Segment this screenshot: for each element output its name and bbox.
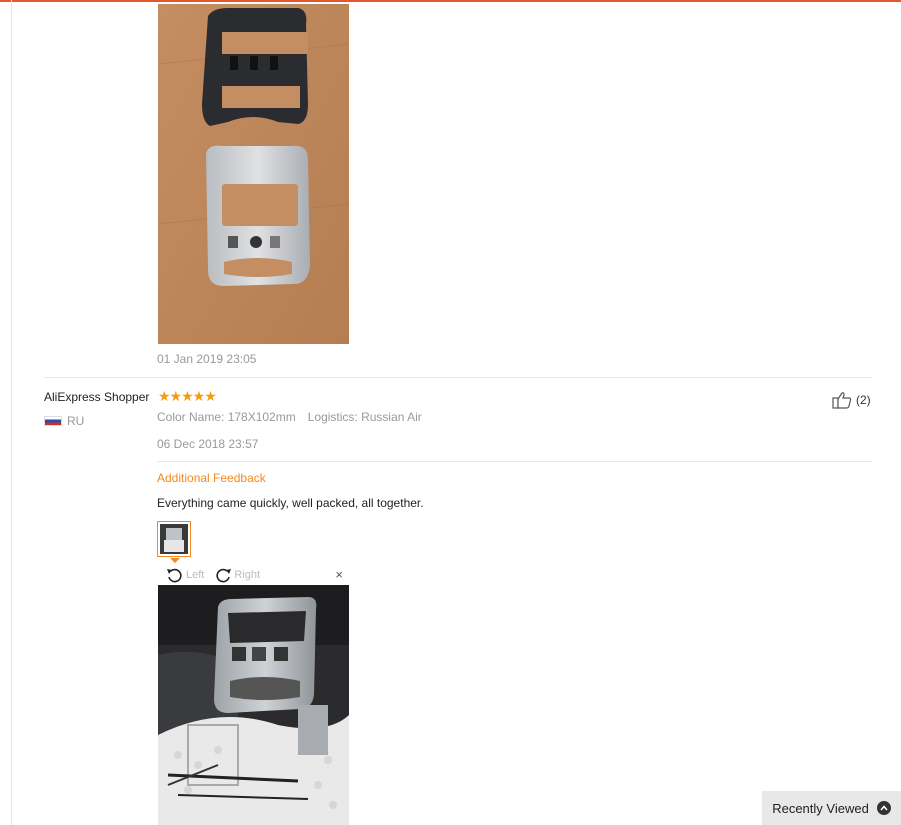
- review-photo-expanded[interactable]: [158, 585, 349, 825]
- left-border: [11, 0, 12, 825]
- rotate-left-label: Left: [186, 569, 205, 581]
- feedback-text: Everything came quickly, well packed, al…: [157, 496, 424, 510]
- feedback-divider: [157, 461, 872, 462]
- thumbs-up-icon: [832, 392, 852, 409]
- chevron-up-icon: [876, 801, 891, 815]
- logistics: Logistics: Russian Air: [307, 410, 422, 424]
- review-divider: [44, 377, 872, 378]
- review-photo-large[interactable]: [158, 4, 349, 344]
- reviewer-name: AliExpress Shopper: [44, 390, 150, 404]
- order-info: Color Name: 178X102mm Logistics: Russian …: [157, 410, 422, 424]
- recently-viewed-label: Recently Viewed: [772, 800, 869, 816]
- rotate-right-icon: [216, 568, 232, 583]
- top-accent-bar: [0, 0, 901, 2]
- rotate-right-label: Right: [234, 569, 261, 581]
- star-rating: ★★★★★: [158, 388, 217, 404]
- recently-viewed-button[interactable]: Recently Viewed: [762, 791, 901, 825]
- flag-ru-icon: [44, 416, 62, 426]
- review-date: 06 Dec 2018 23:57: [157, 437, 259, 451]
- color-name: Color Name: 178X102mm: [157, 410, 296, 424]
- photo-thumbnail[interactable]: [157, 521, 191, 557]
- country-code: RU: [67, 414, 85, 428]
- helpful-button[interactable]: (2): [832, 391, 871, 409]
- thumbnail-pointer: [170, 558, 180, 563]
- additional-feedback-label: Additional Feedback: [157, 471, 266, 485]
- reviewer-country: RU: [44, 414, 84, 428]
- rotate-left-icon: [167, 568, 182, 583]
- helpful-count: (2): [856, 393, 871, 407]
- review-date: 01 Jan 2019 23:05: [157, 352, 257, 366]
- close-viewer-icon[interactable]: ×: [335, 567, 343, 582]
- image-viewer-toolbar: Left Right ×: [158, 566, 349, 584]
- thumbnail-image: [160, 524, 188, 554]
- rotate-right-button[interactable]: Right: [214, 567, 260, 583]
- rotate-left-button[interactable]: Left: [166, 567, 204, 583]
